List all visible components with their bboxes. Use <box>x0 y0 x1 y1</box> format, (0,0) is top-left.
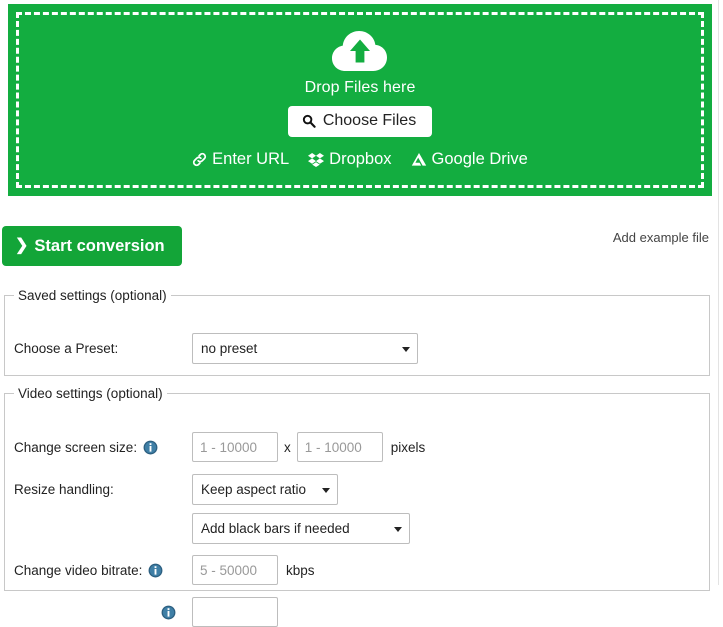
screen-size-label: Change screen size: <box>14 439 138 455</box>
video-bitrate-label: Change video bitrate: <box>14 562 143 578</box>
info-icon[interactable] <box>161 605 176 620</box>
kbps-unit-label: kbps <box>286 562 315 578</box>
screen-size-row: Change screen size: x pixels <box>14 432 425 462</box>
video-bitrate-input[interactable] <box>192 555 278 585</box>
dropbox-label: Dropbox <box>329 150 392 168</box>
dropzone-dashed-area[interactable]: Drop Files here Choose Files Enter URL D… <box>16 12 704 188</box>
screen-width-input[interactable] <box>192 432 278 462</box>
next-setting-input[interactable] <box>192 597 278 627</box>
black-bars-select-wrap: Add black bars if needed <box>192 513 410 544</box>
saved-settings-section: Saved settings (optional) Choose a Prese… <box>4 288 710 376</box>
aspect-ratio-select-wrap: Keep aspect ratio <box>192 474 338 505</box>
enter-url-link[interactable]: Enter URL <box>192 151 289 168</box>
aspect-ratio-select[interactable]: Keep aspect ratio <box>192 474 338 505</box>
enter-url-label: Enter URL <box>212 150 290 168</box>
file-source-links: Enter URL Dropbox Google Drive <box>192 151 528 168</box>
video-settings-section: Video settings (optional) Change screen … <box>4 386 710 627</box>
screen-size-label-group: Change screen size: <box>14 440 192 455</box>
resize-handling-label: Resize handling: <box>14 482 114 497</box>
screen-height-input[interactable] <box>296 432 383 462</box>
google-drive-link[interactable]: Google Drive <box>411 151 528 168</box>
choose-files-label: Choose Files <box>322 112 417 129</box>
black-bars-row: Add black bars if needed <box>14 513 410 544</box>
google-drive-icon <box>411 152 426 166</box>
dropbox-link[interactable]: Dropbox <box>308 150 392 168</box>
pixels-unit-label: pixels <box>390 439 426 455</box>
saved-settings-legend: Saved settings (optional) <box>18 288 167 303</box>
info-icon[interactable] <box>148 563 163 578</box>
dropbox-icon <box>308 152 325 167</box>
start-conversion-button[interactable]: ❯ Start conversion <box>2 226 182 266</box>
start-conversion-label: Start conversion <box>34 236 165 255</box>
chevron-right-icon: ❯ <box>15 237 29 254</box>
google-drive-label: Google Drive <box>431 150 528 168</box>
cloud-upload-icon <box>332 31 387 71</box>
black-bars-select[interactable]: Add black bars if needed <box>192 513 410 544</box>
preset-select-wrap: no preset <box>192 333 418 364</box>
info-icon[interactable] <box>143 440 158 455</box>
video-settings-legend: Video settings (optional) <box>18 386 163 401</box>
next-setting-label-group <box>14 605 192 620</box>
size-separator: x <box>284 439 291 455</box>
preset-label: Choose a Preset: <box>14 341 119 356</box>
next-setting-row-partial <box>14 597 278 627</box>
add-example-file-link[interactable]: Add example file <box>613 230 709 245</box>
search-icon <box>302 114 316 128</box>
resize-handling-row: Resize handling: Keep aspect ratio <box>14 474 338 505</box>
video-bitrate-label-group: Change video bitrate: <box>14 563 192 578</box>
page-scrollbar[interactable] <box>718 0 723 585</box>
choose-files-button[interactable]: Choose Files <box>287 106 433 137</box>
link-icon <box>193 152 207 166</box>
preset-select[interactable]: no preset <box>192 333 418 364</box>
video-bitrate-row: Change video bitrate: kbps <box>14 555 315 585</box>
file-dropzone[interactable]: Drop Files here Choose Files Enter URL D… <box>8 4 712 196</box>
drop-files-text: Drop Files here <box>304 79 416 96</box>
preset-row: Choose a Preset: no preset <box>14 333 418 364</box>
action-row: ❯ Start conversion Add example file <box>0 226 723 268</box>
